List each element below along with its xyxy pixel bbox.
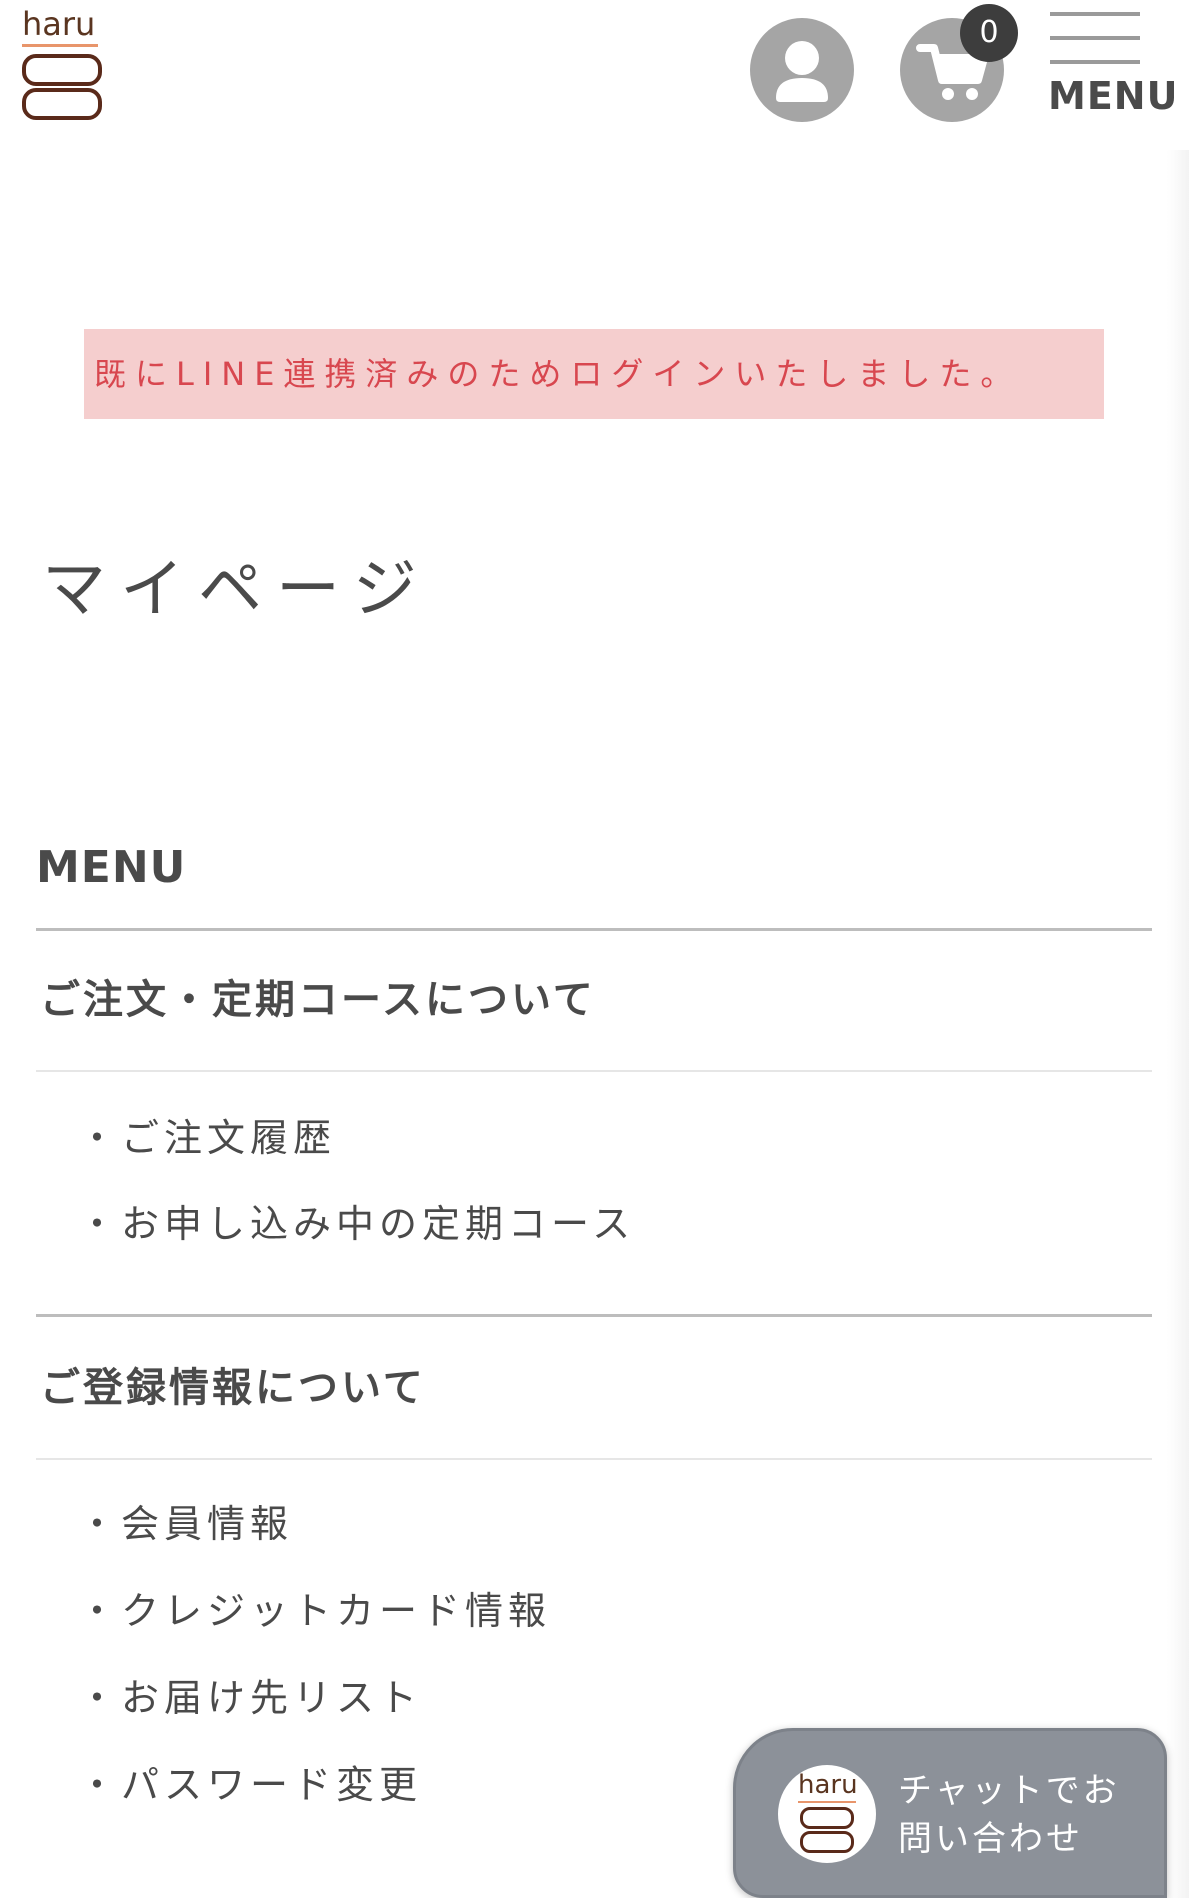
user-account-button[interactable] [750,18,854,122]
hamburger-icon-bar [1050,36,1140,40]
link-credit-card-info[interactable]: ・クレジットカード情報 [78,1583,551,1639]
user-icon [776,41,828,102]
group-heading-orders: ご注文・定期コースについて [40,977,596,1023]
menu-label: MENU [1048,74,1179,118]
chat-logo-text: haru [798,1770,858,1800]
chat-label-line2: 問い合わせ [898,1819,1083,1859]
menu-section-heading: MENU [36,842,187,893]
hamburger-icon-bar [1050,60,1140,64]
page-title: マイページ [42,553,431,627]
chat-logo-underline [798,1801,856,1803]
logo-text: haru [22,5,96,43]
site-logo[interactable]: haru [20,4,102,120]
menu-divider [36,928,1152,931]
link-change-password[interactable]: ・パスワード変更 [78,1757,422,1813]
menu-divider [36,1314,1152,1317]
logo-underline [22,44,98,47]
chat-label-line1: チャットでお [898,1771,1120,1811]
logo-mark-bottom [22,88,102,120]
link-order-history[interactable]: ・ご注文履歴 [78,1110,336,1166]
chat-support-button[interactable]: haru チャットでお 問い合わせ [733,1728,1167,1898]
group-divider [36,1070,1152,1072]
hamburger-menu-button[interactable]: MENU [1048,12,1178,122]
link-member-info[interactable]: ・会員情報 [78,1496,293,1552]
chat-label: チャットでお 問い合わせ [898,1767,1148,1863]
login-alert-message: 既にLINE連携済みのためログインいたしました。 [84,329,1104,419]
link-delivery-address-list[interactable]: ・お届け先リスト [78,1670,422,1726]
link-subscription-courses[interactable]: ・お申し込み中の定期コース [78,1196,635,1252]
hamburger-icon-bar [1050,12,1140,16]
chat-logo-mark-top [800,1807,854,1829]
chat-logo-mark-bottom [800,1831,854,1853]
group-divider [36,1458,1152,1460]
cart-count-badge: 0 [960,4,1018,62]
scrollbar-gutter [1167,150,1189,1898]
chat-logo: haru [778,1765,876,1863]
site-header: haru 0 MENU [0,0,1189,150]
logo-mark-top [22,54,102,86]
group-heading-registration: ご登録情報について [40,1365,426,1411]
